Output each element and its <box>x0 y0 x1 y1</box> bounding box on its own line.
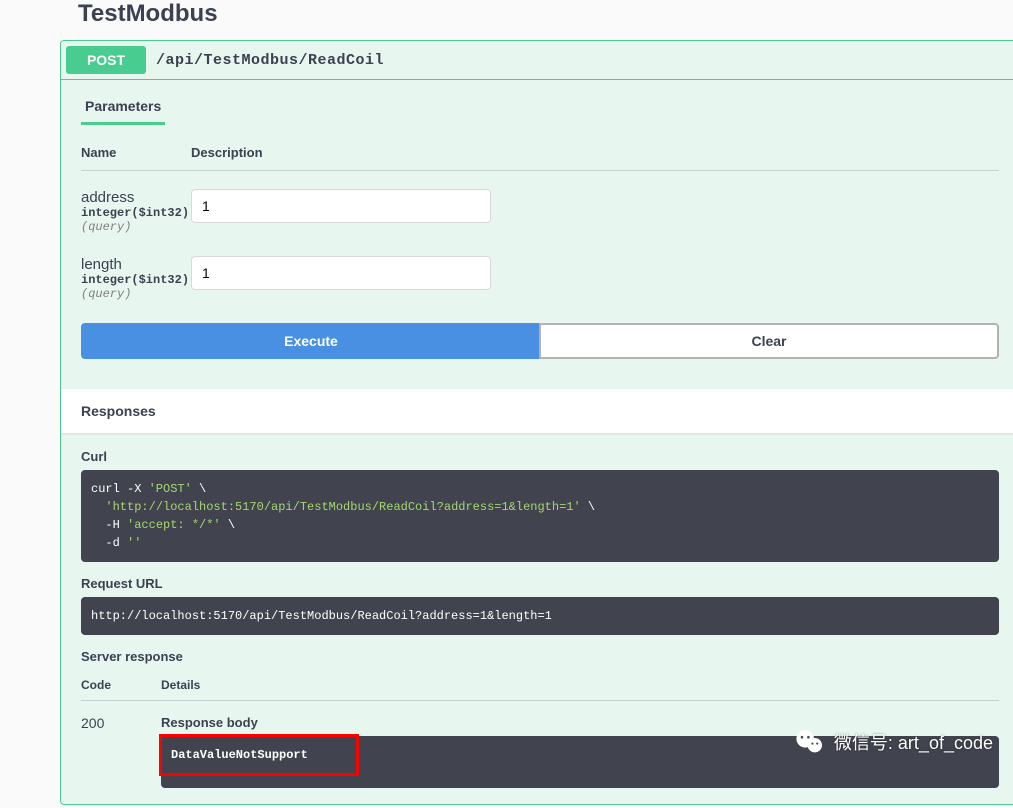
method-badge: POST <box>66 46 146 74</box>
curl-label: Curl <box>81 449 999 464</box>
tab-parameters[interactable]: Parameters <box>81 90 165 125</box>
param-type: integer($int32) <box>81 206 191 220</box>
operation-block: POST /api/TestModbus/ReadCoil Parameters… <box>60 40 1013 805</box>
watermark: 微信号: art_of_code <box>794 726 993 758</box>
server-response-label: Server response <box>81 649 999 664</box>
param-type: integer($int32) <box>81 273 191 287</box>
param-row-length: length integer($int32) (query) <box>81 256 999 301</box>
col-header-details: Details <box>161 678 200 692</box>
response-body-text: DataValueNotSupport <box>171 748 308 762</box>
param-name: address <box>81 189 191 206</box>
param-name: length <box>81 256 191 273</box>
responses-header: Responses <box>61 389 1013 433</box>
endpoint-path: /api/TestModbus/ReadCoil <box>156 52 384 69</box>
param-row-address: address integer($int32) (query) <box>81 189 999 234</box>
request-url-label: Request URL <box>81 576 999 591</box>
curl-block: curl -X 'POST' \ 'http://localhost:5170/… <box>81 470 999 562</box>
response-code: 200 <box>81 715 161 731</box>
request-url-block: http://localhost:5170/api/TestModbus/Rea… <box>81 597 999 635</box>
responses-title: Responses <box>81 403 999 419</box>
page-title: TestModbus <box>78 0 1013 28</box>
col-header-name: Name <box>81 145 191 160</box>
param-in: (query) <box>81 220 191 234</box>
execute-button[interactable]: Execute <box>81 323 539 359</box>
operation-summary[interactable]: POST /api/TestModbus/ReadCoil <box>61 41 1013 80</box>
parameters-section: Name Description address integer($int32)… <box>61 125 1013 389</box>
tabs: Parameters <box>61 80 1013 125</box>
address-input[interactable] <box>191 189 491 223</box>
col-header-description: Description <box>191 145 263 160</box>
col-header-code: Code <box>81 678 161 692</box>
watermark-text: 微信号: art_of_code <box>834 729 993 755</box>
wechat-icon <box>794 726 826 758</box>
param-in: (query) <box>81 287 191 301</box>
clear-button[interactable]: Clear <box>539 323 999 359</box>
length-input[interactable] <box>191 256 491 290</box>
